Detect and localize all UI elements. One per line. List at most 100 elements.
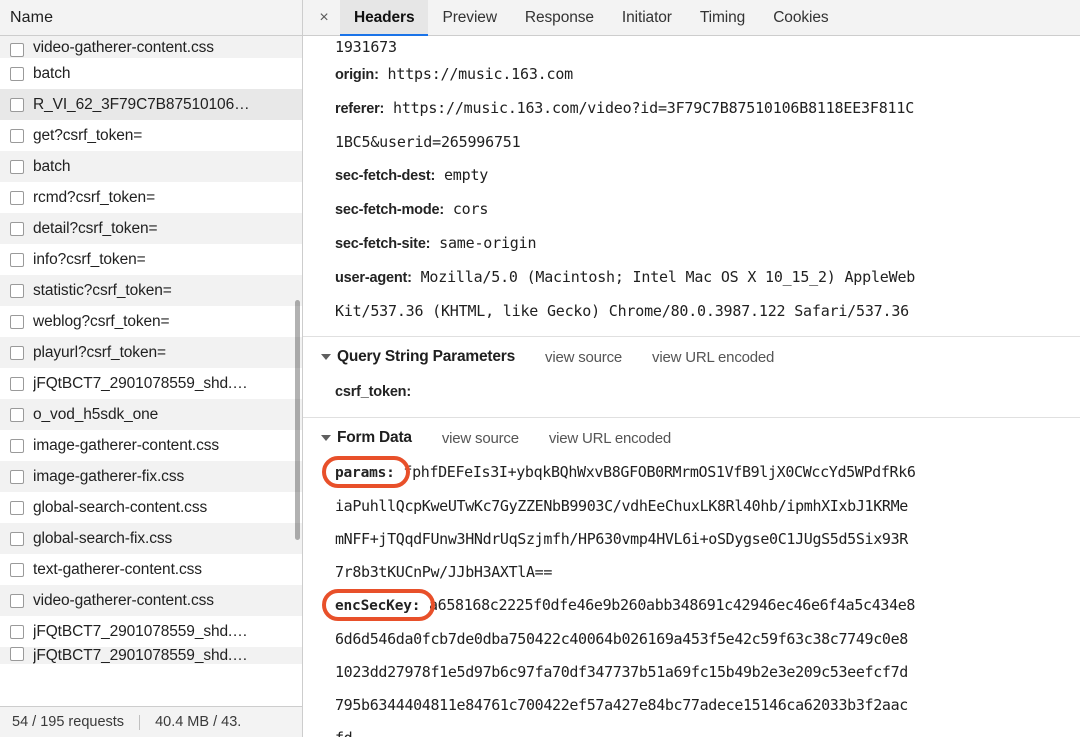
- request-list-item[interactable]: global-search-content.css: [0, 492, 302, 523]
- checkbox-icon[interactable]: [10, 97, 24, 112]
- param-value-continuation: 7r8b3tKUCnPw/JJbH3AXTlA==: [335, 563, 553, 581]
- header-value-continuation: 1BC5&userid=265996751: [321, 126, 1080, 159]
- param-value: a658168c2225f0dfe46e9b260abb348691c42946…: [420, 596, 916, 614]
- request-list-item[interactable]: video-gatherer-content.css: [0, 585, 302, 616]
- chevron-down-icon[interactable]: [321, 435, 331, 441]
- checkbox-icon[interactable]: [10, 407, 24, 422]
- param-value-continuation: 1023dd27978f1e5d97b6c97fa70df347737b51a6…: [335, 663, 908, 681]
- close-icon[interactable]: ×: [308, 0, 340, 35]
- checkbox-icon[interactable]: [10, 531, 24, 546]
- request-name: image-gatherer-content.css: [33, 436, 220, 454]
- param-block: encSecKey: a658168c2225f0dfe46e9b260abb3…: [321, 589, 1080, 737]
- request-list-item[interactable]: R_VI_62_3F79C7B87510106…: [0, 89, 302, 120]
- request-list-item[interactable]: batch: [0, 151, 302, 182]
- checkbox-icon[interactable]: [10, 562, 24, 577]
- checkbox-icon[interactable]: [10, 438, 24, 453]
- header-value: cors: [444, 200, 489, 218]
- tab-timing[interactable]: Timing: [686, 0, 759, 35]
- header-value-clipped: 1931673: [321, 36, 1080, 58]
- view-url-encoded-link[interactable]: view URL encoded: [652, 349, 774, 366]
- section-header-form[interactable]: Form Data view source view URL encoded: [321, 418, 1080, 456]
- request-list-item[interactable]: text-gatherer-content.css: [0, 554, 302, 585]
- checkbox-icon[interactable]: [10, 593, 24, 608]
- param-key: encSecKey:: [335, 598, 421, 614]
- checkbox-icon[interactable]: [10, 43, 24, 57]
- request-name: image-gatherer-fix.css: [33, 467, 185, 485]
- checkbox-icon[interactable]: [10, 647, 24, 661]
- request-list-item[interactable]: statistic?csrf_token=: [0, 275, 302, 306]
- request-name: global-search-fix.css: [33, 529, 173, 547]
- chevron-down-icon[interactable]: [321, 354, 331, 360]
- network-status-bar: 54 / 195 requests 40.4 MB / 43.: [0, 706, 302, 737]
- request-name: playurl?csrf_token=: [33, 343, 166, 361]
- checkbox-icon[interactable]: [10, 66, 24, 81]
- checkbox-icon[interactable]: [10, 283, 24, 298]
- checkbox-icon[interactable]: [10, 500, 24, 515]
- request-list-item[interactable]: rcmd?csrf_token=: [0, 182, 302, 213]
- header-key: referer:: [335, 101, 385, 117]
- view-source-link[interactable]: view source: [442, 430, 519, 447]
- checkbox-icon[interactable]: [10, 376, 24, 391]
- request-list-item[interactable]: global-search-fix.css: [0, 523, 302, 554]
- request-name: o_vod_h5sdk_one: [33, 405, 159, 423]
- request-detail-panel: × Headers Preview Response Initiator Timing C…: [303, 0, 1080, 737]
- checkbox-icon[interactable]: [10, 221, 24, 236]
- section-title: Query String Parameters: [337, 348, 516, 365]
- param-value: fphfDEFeIs3I+ybqkBQhWxvB8GFOB0RMrmOS1VfB…: [394, 463, 916, 481]
- header-value: 1931673: [335, 38, 397, 56]
- request-list-item[interactable]: image-gatherer-content.css: [0, 430, 302, 461]
- tab-label: Cookies: [773, 8, 829, 26]
- request-name: batch: [33, 157, 71, 175]
- header-key: sec-fetch-site:: [335, 236, 431, 252]
- header-row: user-agent: Mozilla/5.0 (Macintosh; Inte…: [321, 261, 1080, 295]
- section-header-query[interactable]: Query String Parameters view source view U…: [321, 337, 1080, 375]
- checkbox-icon[interactable]: [10, 190, 24, 205]
- request-list-item[interactable]: video-gatherer-content.css: [0, 36, 302, 58]
- request-list-item[interactable]: get?csrf_token=: [0, 120, 302, 151]
- tab-label: Preview: [442, 8, 497, 26]
- checkbox-icon[interactable]: [10, 252, 24, 267]
- view-url-encoded-link[interactable]: view URL encoded: [549, 430, 671, 447]
- request-list-item[interactable]: batch: [0, 58, 302, 89]
- tab-preview[interactable]: Preview: [428, 0, 510, 35]
- request-list-item[interactable]: jFQtBCT7_2901078559_shd.…: [0, 647, 302, 664]
- request-name: R_VI_62_3F79C7B87510106…: [33, 95, 250, 113]
- request-name: jFQtBCT7_2901078559_shd.…: [33, 622, 248, 640]
- headers-content[interactable]: 1931673 origin: https://music.163.com refe…: [303, 36, 1080, 737]
- tab-cookies[interactable]: Cookies: [759, 0, 842, 35]
- checkbox-icon[interactable]: [10, 624, 24, 639]
- request-list-item[interactable]: jFQtBCT7_2901078559_shd.…: [0, 368, 302, 399]
- view-source-link[interactable]: view source: [545, 349, 622, 366]
- request-list[interactable]: video-gatherer-content.css batch R_VI_62_3…: [0, 36, 302, 706]
- header-value-line: 1BC5&userid=265996751: [335, 133, 521, 151]
- tab-label: Initiator: [621, 8, 672, 26]
- column-header-name[interactable]: Name: [10, 9, 53, 27]
- tab-headers[interactable]: Headers: [340, 0, 429, 36]
- request-list-item[interactable]: o_vod_h5sdk_one: [0, 399, 302, 430]
- param-value-continuation: fd: [335, 722, 1080, 737]
- request-list-item[interactable]: image-gatherer-fix.css: [0, 461, 302, 492]
- header-row: sec-fetch-dest: empty: [321, 159, 1080, 193]
- header-row: referer: https://music.163.com/video?id=…: [321, 92, 1080, 126]
- checkbox-icon[interactable]: [10, 128, 24, 143]
- devtools-network-panel: Name video-gatherer-content.css batch R_VI…: [0, 0, 1080, 737]
- request-list-item[interactable]: jFQtBCT7_2901078559_shd.…: [0, 616, 302, 647]
- checkbox-icon[interactable]: [10, 345, 24, 360]
- param-row: csrf_token:: [321, 375, 1080, 409]
- sidebar-scrollbar-thumb[interactable]: [295, 300, 300, 540]
- request-name: jFQtBCT7_2901078559_shd.…: [33, 647, 248, 664]
- tab-label: Timing: [699, 8, 746, 26]
- tab-initiator[interactable]: Initiator: [608, 0, 686, 35]
- param-value-continuation: 6d6d546da0fcb7de0dba750422c40064b026169a…: [335, 630, 908, 648]
- request-list-item[interactable]: detail?csrf_token=: [0, 213, 302, 244]
- checkbox-icon[interactable]: [10, 314, 24, 329]
- checkbox-icon[interactable]: [10, 469, 24, 484]
- tab-response[interactable]: Response: [511, 0, 608, 35]
- param-value-continuation: mNFF+jTQqdFUnw3HNdrUqSzjmfh/HP630vmp4HVL…: [335, 530, 908, 548]
- header-value: https://music.163.com/video?id=3F79C7B87…: [384, 99, 915, 117]
- request-list-item[interactable]: weblog?csrf_token=: [0, 306, 302, 337]
- header-key: origin:: [335, 67, 379, 83]
- request-list-item[interactable]: playurl?csrf_token=: [0, 337, 302, 368]
- checkbox-icon[interactable]: [10, 159, 24, 174]
- request-list-item[interactable]: info?csrf_token=: [0, 244, 302, 275]
